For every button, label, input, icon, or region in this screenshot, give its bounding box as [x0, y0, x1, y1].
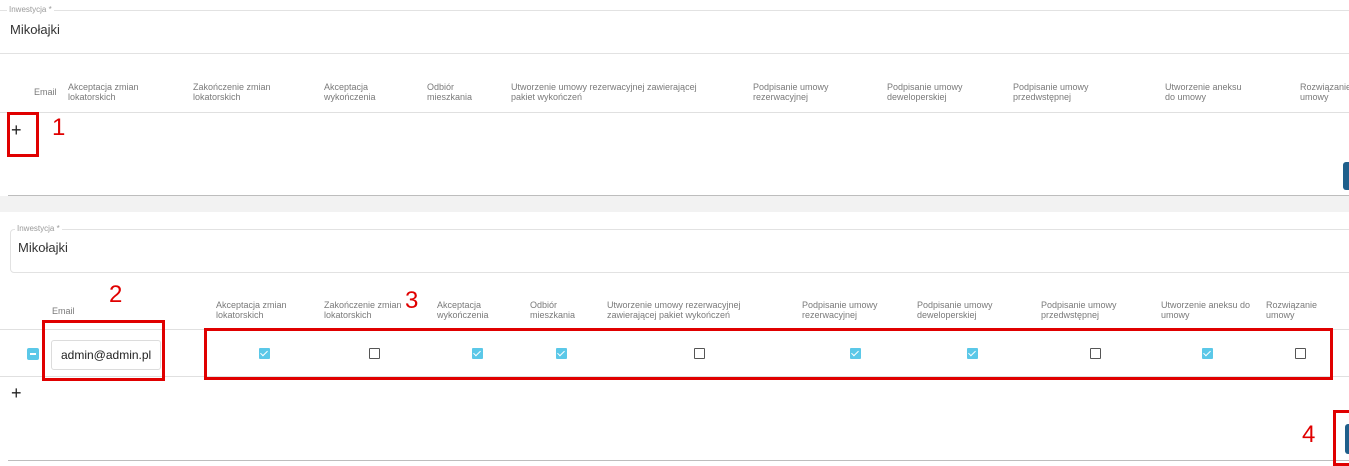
col-podpisanie-przedwstepnej: Podpisanie umowy przedwstępnej	[1041, 300, 1117, 320]
investment-field-top[interactable]	[0, 10, 1349, 54]
col-aneks: Utworzenie aneksu do umowy	[1161, 300, 1251, 320]
col-email: Email	[52, 306, 75, 316]
col-podpisanie-rezerwacyjnej: Podpisanie umowy rezerwacyjnej	[802, 300, 878, 320]
investment-field-bottom[interactable]	[10, 229, 1349, 273]
col-odbior-mieszkania: Odbiór mieszkania	[427, 82, 473, 102]
panel-gap	[0, 196, 1349, 212]
investment-field-value: Mikołajki	[10, 22, 60, 37]
annotation-box-add-row	[7, 112, 39, 157]
col-podpisanie-deweloperskiej: Podpisanie umowy deweloperskiej	[917, 300, 993, 320]
col-email: Email	[34, 87, 57, 97]
col-umowa-rezerwacyjna-pakiet: Utworzenie umowy rezerwacyjnej zawierają…	[607, 300, 741, 320]
investment-field-label: Inwestycja *	[15, 224, 62, 234]
annotation-box-checkboxes	[204, 328, 1333, 380]
annotation-box-save	[1333, 410, 1349, 466]
investment-field-label: Inwestycja *	[7, 5, 54, 15]
col-podpisanie-rezerwacyjnej: Podpisanie umowy rezerwacyjnej	[753, 82, 829, 102]
col-akceptacja-wykonczenia: Akceptacja wykończenia	[437, 300, 489, 320]
col-zakonczenie-zmian: Zakończenie zmian lokatorskich	[193, 82, 271, 102]
annotation-number-2: 2	[109, 281, 123, 308]
annotation-number-3: 3	[405, 287, 419, 314]
col-akceptacja-zmian: Akceptacja zmian lokatorskich	[216, 300, 287, 320]
annotation-box-email	[42, 320, 165, 381]
remove-row-button[interactable]	[27, 348, 39, 360]
col-rozwiazanie: Rozwiązanie umowy	[1266, 300, 1318, 320]
col-podpisanie-przedwstepnej: Podpisanie umowy przedwstępnej	[1013, 82, 1089, 102]
col-podpisanie-deweloperskiej: Podpisanie umowy deweloperskiej	[887, 82, 963, 102]
save-button-top[interactable]	[1343, 162, 1349, 190]
col-odbior-mieszkania: Odbiór mieszkania	[530, 300, 576, 320]
col-akceptacja-zmian: Akceptacja zmian lokatorskich	[68, 82, 139, 102]
annotation-number-1: 1	[52, 114, 66, 141]
add-row-button-bottom[interactable]: +	[11, 384, 22, 402]
annotation-number-4: 4	[1302, 421, 1316, 448]
col-aneks: Utworzenie aneksu do umowy	[1165, 82, 1242, 102]
panel-bottom-border	[8, 460, 1349, 461]
investment-field-value: Mikołajki	[18, 240, 68, 255]
col-umowa-rezerwacyjna-pakiet: Utworzenie umowy rezerwacyjnej zawierają…	[511, 82, 697, 102]
col-rozwiazanie: Rozwiązanie umowy	[1300, 82, 1349, 102]
col-akceptacja-wykonczenia: Akceptacja wykończenia	[324, 82, 376, 102]
table-divider	[0, 112, 1349, 113]
